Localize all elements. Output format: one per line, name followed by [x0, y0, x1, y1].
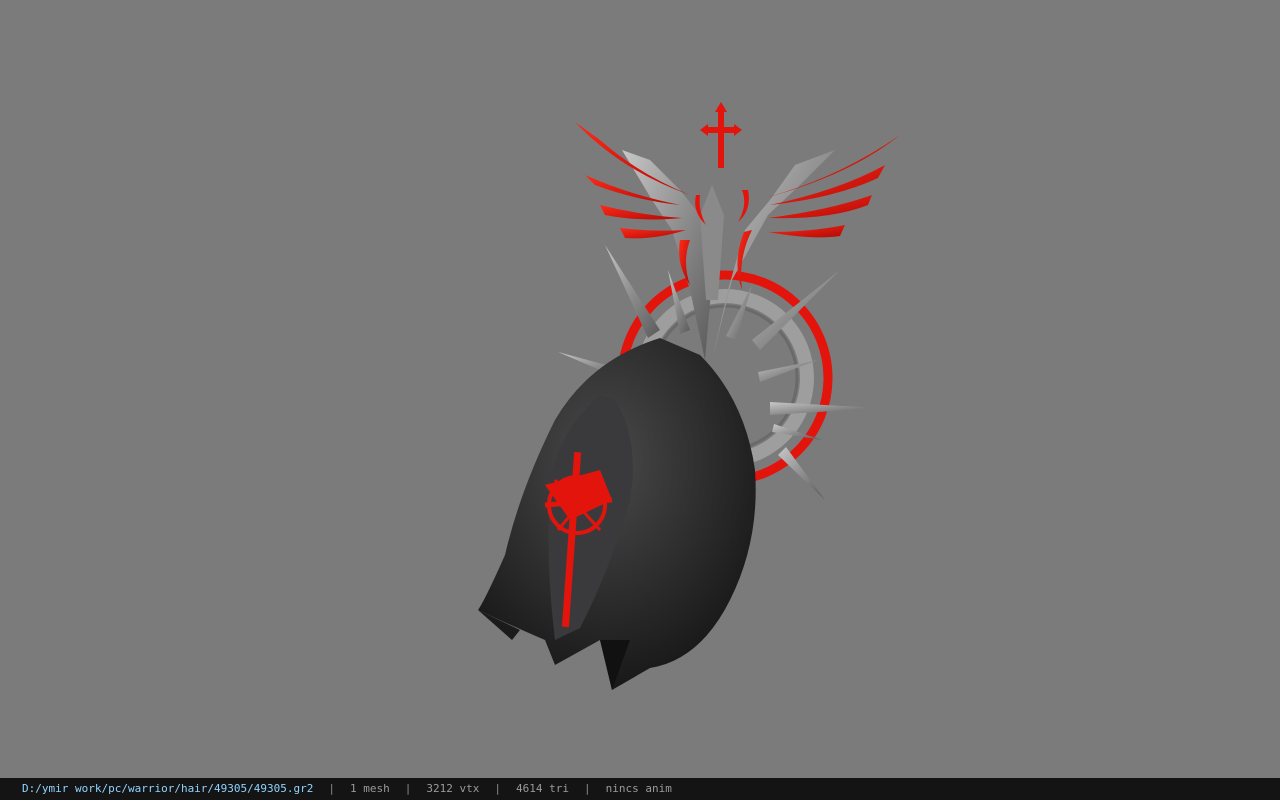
model-viewport[interactable] — [0, 0, 1280, 778]
status-separator: | — [584, 782, 591, 795]
model-render — [478, 102, 900, 690]
vertex-count: 3212 vtx — [426, 782, 480, 795]
status-separator: | — [404, 782, 412, 795]
status-separator: | — [328, 782, 336, 795]
status-separator: | — [494, 782, 502, 795]
status-bar: D:/ymir work/pc/warrior/hair/49305/49305… — [0, 778, 1280, 800]
cross-ornament — [700, 102, 742, 168]
mesh-count: 1 mesh — [350, 782, 390, 795]
file-path: D:/ymir work/pc/warrior/hair/49305/49305… — [22, 782, 314, 795]
animation-status: nincs anim — [605, 782, 672, 795]
triangle-count: 4614 tri — [516, 782, 569, 795]
hood — [478, 338, 756, 690]
